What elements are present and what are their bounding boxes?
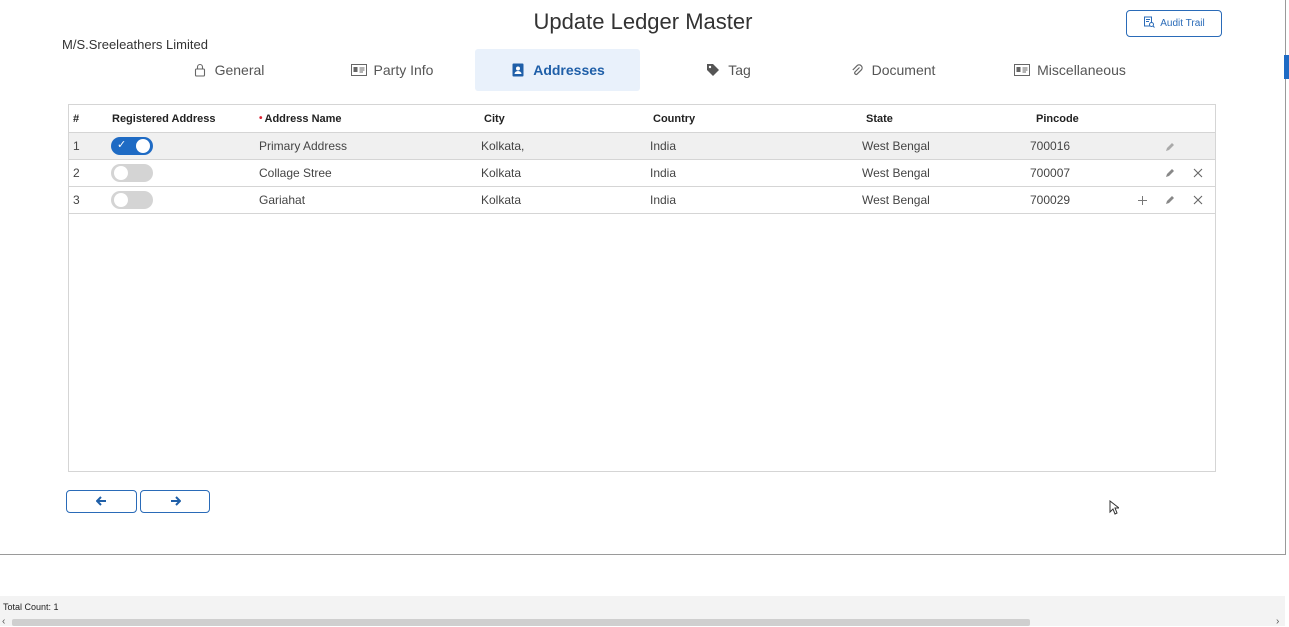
country: India [650, 193, 677, 207]
horizontal-scrollbar[interactable] [12, 619, 1030, 626]
scroll-left-icon[interactable]: ‹ [2, 616, 5, 627]
table-row[interactable]: 3 Gariahat Kolkata India West Bengal 700… [69, 187, 1215, 214]
table-row[interactable]: 1 ✓ Primary Address Kolkata, India West … [69, 133, 1215, 160]
registered-address-toggle[interactable]: ✓ [111, 137, 153, 155]
row-num: 2 [73, 166, 80, 180]
tab-tag[interactable]: Tag [650, 49, 806, 91]
state: West Bengal [862, 166, 930, 180]
side-indicator [1284, 55, 1289, 79]
address-name: Primary Address [259, 139, 348, 153]
add-icon[interactable] [1135, 193, 1149, 207]
header-address-name-label: Address Name [264, 112, 342, 125]
check-icon: ✓ [117, 139, 127, 151]
tab-document[interactable]: Document [814, 49, 970, 91]
edit-icon[interactable] [1163, 166, 1177, 180]
tab-label: Party Info [373, 62, 434, 78]
ledger-master-panel: Update Ledger Master M/S.Sreeleathers Li… [0, 0, 1286, 555]
registered-address-toggle[interactable] [111, 191, 153, 209]
state: West Bengal [862, 139, 930, 153]
tab-miscellaneous[interactable]: Miscellaneous [980, 49, 1160, 91]
header-registered-address: Registered Address [112, 112, 216, 125]
tab-addresses[interactable]: Addresses [475, 49, 640, 91]
city: Kolkata [481, 166, 522, 180]
country: India [650, 139, 677, 153]
tab-label: Document [871, 62, 936, 78]
audit-trail-label: Audit Trail [1160, 18, 1205, 29]
tab-label: Addresses [533, 62, 605, 78]
page-title: Update Ledger Master [533, 9, 753, 34]
table-header: # Registered Address • Address Name City … [69, 105, 1215, 133]
header-state: State [866, 112, 893, 125]
header-pincode: Pincode [1036, 112, 1079, 125]
registered-toggle-cell [111, 160, 153, 186]
mouse-cursor-icon [1109, 499, 1121, 520]
city: Kolkata, [481, 139, 525, 153]
tab-label: General [214, 62, 265, 78]
previous-button[interactable] [66, 490, 137, 513]
required-marker: • [259, 113, 263, 124]
tab-label: Miscellaneous [1037, 62, 1126, 78]
header-country: Country [653, 112, 696, 125]
id-card-icon [350, 62, 367, 78]
arrow-right-icon [170, 494, 181, 509]
close-icon[interactable] [1191, 166, 1205, 180]
row-num: 1 [73, 139, 80, 153]
address-name: Collage Stree [259, 166, 332, 180]
country: India [650, 166, 677, 180]
address-book-icon [510, 62, 526, 78]
paperclip-icon [849, 62, 865, 78]
registered-toggle-cell: ✓ [111, 133, 153, 159]
header-city: City [484, 112, 505, 125]
table-row[interactable]: 2 Collage Stree Kolkata India West Benga… [69, 160, 1215, 187]
address-name: Gariahat [259, 193, 306, 207]
next-button[interactable] [140, 490, 210, 513]
pincode: 700007 [1030, 166, 1071, 180]
edit-icon[interactable] [1163, 193, 1177, 207]
pincode: 700029 [1030, 193, 1071, 207]
row-num: 3 [73, 193, 80, 207]
tab-general[interactable]: General [150, 49, 306, 91]
tag-icon [705, 62, 721, 78]
audit-trail-icon [1143, 16, 1156, 31]
total-count: Total Count: 1 [3, 602, 59, 612]
registered-toggle-cell [111, 187, 153, 213]
audit-trail-button[interactable]: Audit Trail [1126, 10, 1222, 37]
tab-party-info[interactable]: Party Info [314, 49, 470, 91]
tab-label: Tag [728, 62, 751, 78]
state: West Bengal [862, 193, 930, 207]
city: Kolkata [481, 193, 522, 207]
close-icon[interactable] [1191, 193, 1205, 207]
pincode: 700016 [1030, 139, 1071, 153]
edit-icon[interactable] [1163, 140, 1177, 154]
id-card-icon [1014, 62, 1031, 78]
addresses-table: # Registered Address • Address Name City … [68, 104, 1216, 472]
registered-address-toggle[interactable] [111, 164, 153, 182]
lock-icon [192, 62, 208, 78]
scroll-right-icon[interactable]: › [1276, 616, 1279, 627]
arrow-left-icon [95, 494, 107, 509]
header-address-name: • Address Name [259, 105, 342, 132]
header-num: # [73, 112, 80, 125]
